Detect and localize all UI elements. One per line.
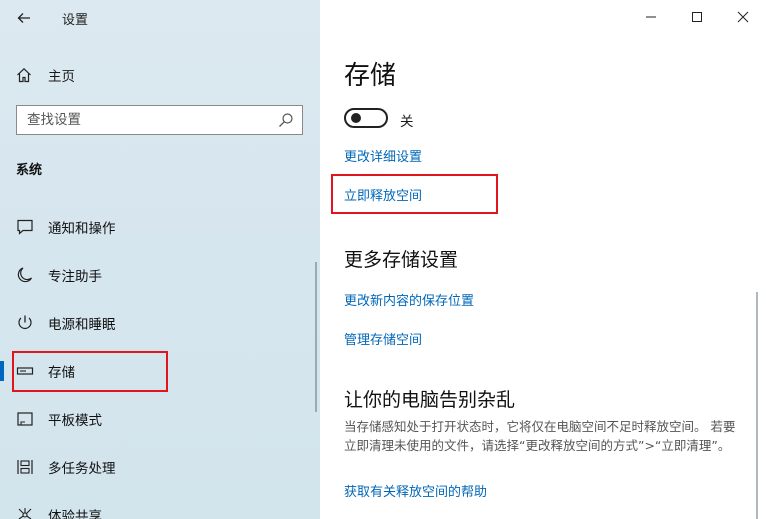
free-space-help-link[interactable]: 获取有关释放空间的帮助: [344, 481, 487, 500]
power-icon: [14, 312, 36, 334]
manage-storage-link[interactable]: 管理存储空间: [344, 329, 422, 348]
change-save-location-link[interactable]: 更改新内容的保存位置: [344, 290, 474, 309]
sidebar-scrollbar[interactable]: [315, 262, 317, 412]
moon-icon: [14, 264, 36, 286]
sidebar-item-label: 多任务处理: [48, 461, 116, 477]
sidebar-item-tablet-mode[interactable]: 平板模式: [0, 399, 320, 439]
minimize-button[interactable]: [636, 6, 666, 28]
storage-sense-toggle[interactable]: [344, 108, 388, 128]
close-button[interactable]: [728, 6, 758, 28]
highlight-box-storage: [12, 351, 168, 392]
sidebar-item-home[interactable]: 主页: [14, 63, 75, 87]
more-storage-settings-heading: 更多存储设置: [344, 249, 459, 271]
sidebar-item-label: 电源和睡眠: [48, 317, 116, 333]
maximize-icon: [692, 12, 702, 22]
content-scrollbar[interactable]: [756, 292, 758, 519]
active-indicator: [0, 361, 4, 381]
notification-icon: [14, 216, 36, 238]
back-button[interactable]: [14, 8, 34, 28]
close-icon: [737, 11, 749, 23]
tablet-icon: [14, 408, 36, 430]
highlight-box-free-space: [331, 174, 498, 214]
section-heading: 系统: [16, 163, 43, 178]
share-icon: [14, 504, 36, 519]
toggle-state-label: 关: [400, 114, 414, 130]
sidebar-item-multitasking[interactable]: 多任务处理: [0, 447, 320, 487]
sidebar: 设置 主页 系统 通知和操作 专注助手 电源和睡眠: [0, 0, 320, 519]
multitasking-icon: [14, 456, 36, 478]
sidebar-item-shared-experiences[interactable]: 体验共享: [0, 495, 320, 519]
search-icon[interactable]: [278, 112, 294, 128]
sidebar-item-focus-assist[interactable]: 专注助手: [0, 255, 320, 295]
home-icon: [14, 65, 34, 85]
sidebar-item-label: 通知和操作: [48, 221, 116, 237]
sidebar-item-label: 专注助手: [48, 269, 102, 285]
maximize-button[interactable]: [682, 6, 712, 28]
change-details-link[interactable]: 更改详细设置: [344, 146, 422, 165]
sidebar-item-power[interactable]: 电源和睡眠: [0, 303, 320, 343]
home-label: 主页: [48, 69, 75, 85]
minimize-icon: [646, 16, 656, 18]
page-title: 存储: [344, 61, 397, 91]
title-bar: 设置: [0, 0, 320, 36]
search-input[interactable]: [17, 106, 257, 134]
app-title: 设置: [62, 13, 89, 28]
declutter-heading: 让你的电脑告别杂乱: [344, 389, 516, 411]
search-box[interactable]: [16, 105, 303, 135]
sidebar-item-label: 平板模式: [48, 413, 102, 429]
back-arrow-icon: [17, 13, 30, 23]
toggle-knob: [351, 113, 361, 123]
main-content: 存储 关 更改详细设置 立即释放空间 更多存储设置 更改新内容的保存位置 管理存…: [320, 0, 766, 519]
declutter-description: 当存储感知处于打开状态时，它将仅在电脑空间不足时释放空间。 若要立即清理未使用的…: [344, 419, 736, 453]
sidebar-item-label: 体验共享: [48, 509, 102, 519]
sidebar-item-notifications[interactable]: 通知和操作: [0, 207, 320, 247]
